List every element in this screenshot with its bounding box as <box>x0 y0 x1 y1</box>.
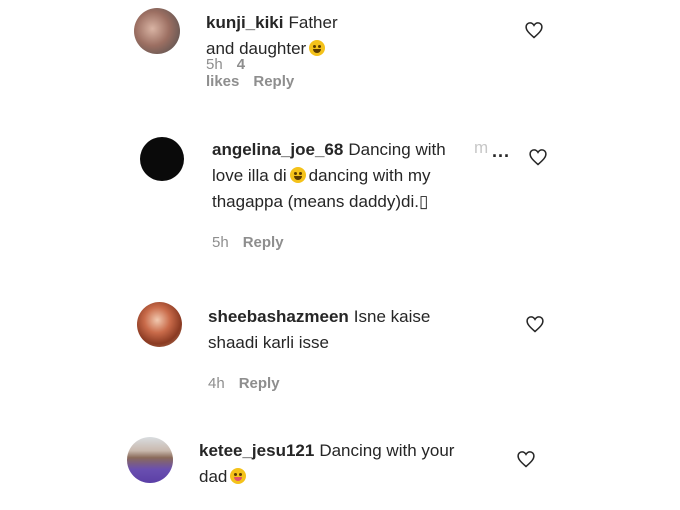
comment-body-line2: shaadi karli isse <box>208 333 329 352</box>
comment-body-line2a: love illa di <box>212 166 287 185</box>
comment-body-line3: thagappa (means daddy)di.▯ <box>212 192 429 211</box>
more-options-button[interactable]: ... <box>492 141 510 162</box>
heart-icon[interactable] <box>516 449 536 469</box>
heart-icon[interactable] <box>528 147 548 167</box>
comment-time: 5h <box>212 234 229 251</box>
comment-time: 5h <box>206 56 223 73</box>
comment-text: angelina_joe_68 Dancing with love illa di… <box>212 137 512 215</box>
comment-body-line1: Dancing with your <box>319 441 455 460</box>
comment-meta: 5h Reply <box>212 234 284 251</box>
reply-button[interactable]: Reply <box>239 375 280 392</box>
comment-meta: 5h 4 likes Reply <box>206 56 294 90</box>
comment-body-line1: Isne kaise <box>353 307 431 326</box>
heart-icon[interactable] <box>524 20 544 40</box>
comment-meta: 4h Reply <box>208 375 280 392</box>
comment-body-line2: dad <box>199 467 228 486</box>
comment-username[interactable]: kunji_kiki <box>206 13 283 32</box>
avatar[interactable] <box>127 437 173 483</box>
avatar[interactable] <box>137 302 182 347</box>
avatar[interactable] <box>134 8 180 54</box>
grinning-sweat-emoji <box>289 167 306 183</box>
comment-username[interactable]: sheebashazmeen <box>208 307 349 326</box>
comment-username[interactable]: ketee_jesu121 <box>199 441 314 460</box>
comment-username[interactable]: angelina_joe_68 <box>212 140 343 159</box>
comment-text: sheebashazmeen Isne kaise shaadi karli is… <box>208 304 508 356</box>
truncated-text: m <box>474 138 489 157</box>
comment-body-line1: Dancing with <box>348 140 446 159</box>
reply-button[interactable]: Reply <box>253 73 294 90</box>
tongue-out-emoji <box>230 468 247 484</box>
avatar[interactable] <box>140 137 184 181</box>
grinning-sweat-emoji <box>309 40 326 56</box>
reply-button[interactable]: Reply <box>243 234 284 251</box>
comment-body-line2b: dancing with my <box>308 166 431 185</box>
heart-icon[interactable] <box>525 314 545 334</box>
comment-time: 4h <box>208 375 225 392</box>
comment-text: ketee_jesu121 Dancing with your dad <box>199 438 509 490</box>
comment-text: kunji_kiki Father and daughter <box>206 10 338 62</box>
